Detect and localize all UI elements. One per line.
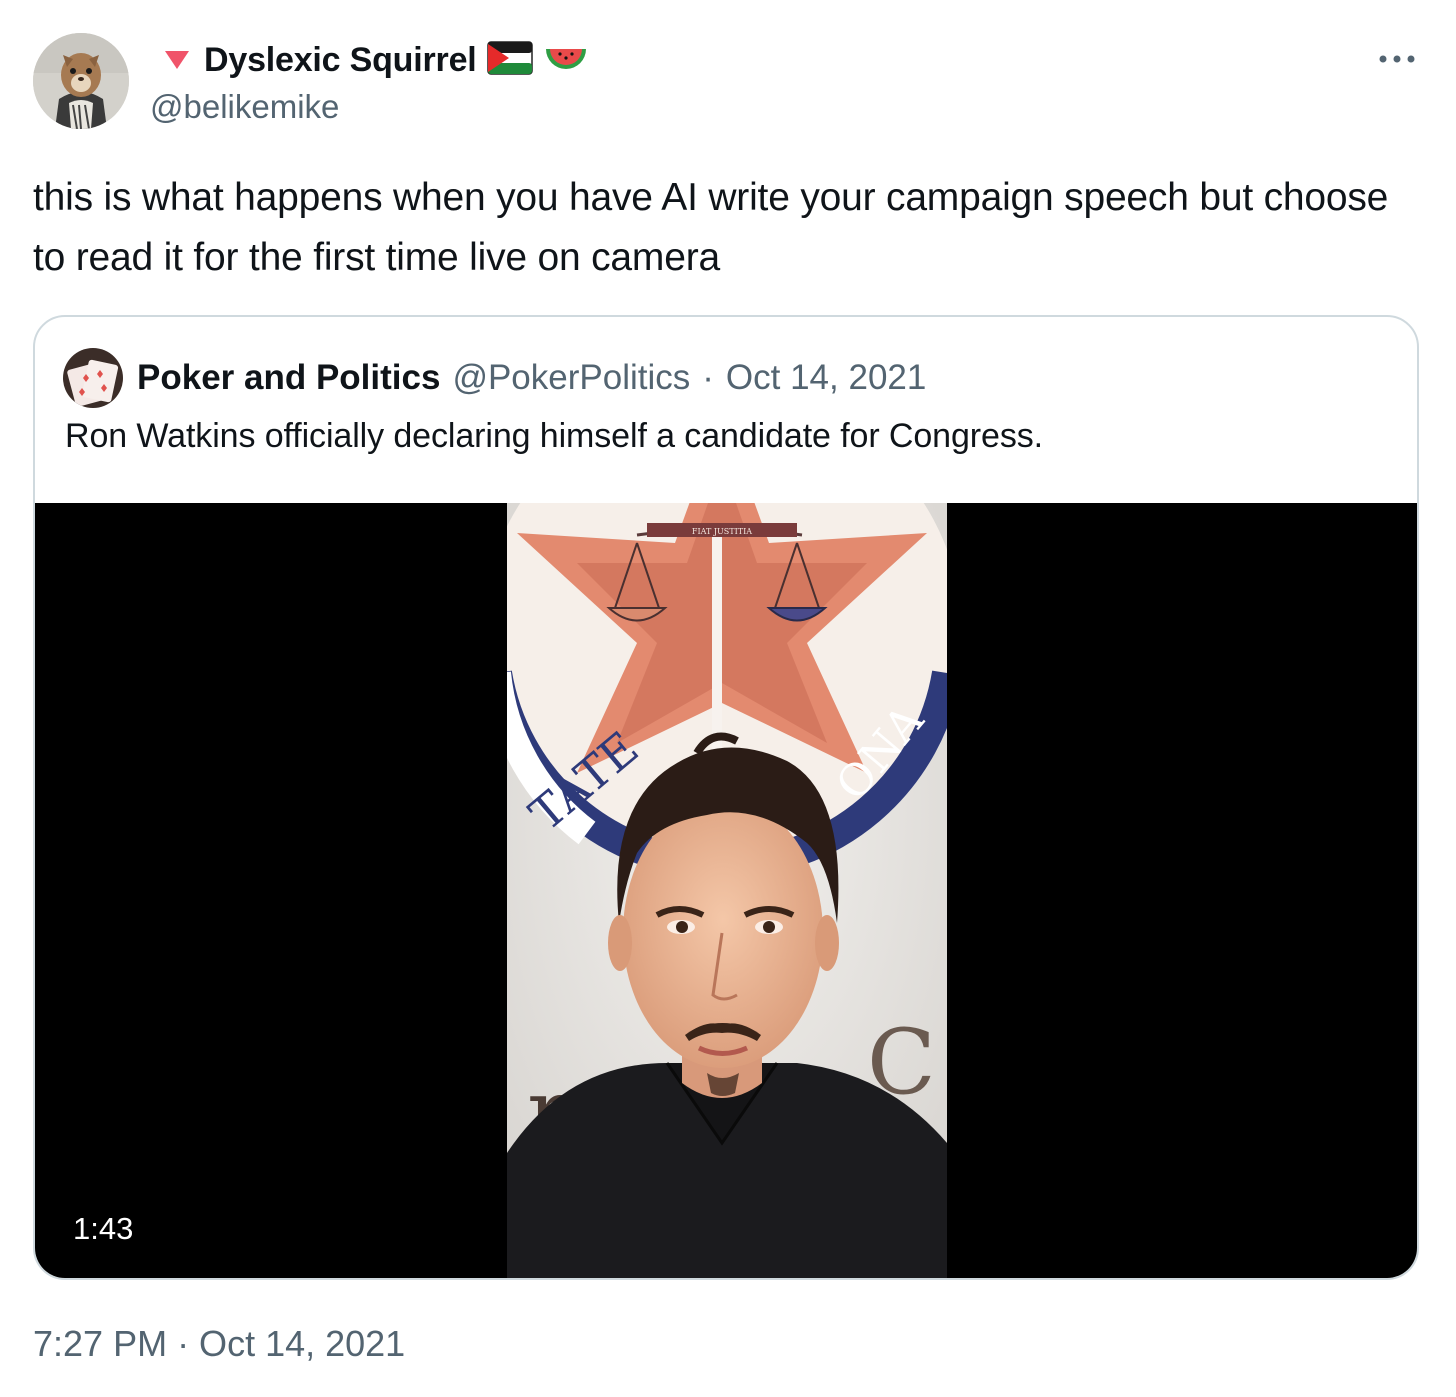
video-duration: 1:43	[73, 1211, 134, 1246]
quoted-tweet-header: Poker and Politics @PokerPolitics · Oct …	[63, 347, 926, 409]
quoted-author-avatar[interactable]	[63, 348, 123, 408]
quoted-tweet-card[interactable]: Poker and Politics @PokerPolitics · Oct …	[33, 315, 1419, 1280]
tweet-timestamp[interactable]: 7:27 PM · Oct 14, 2021	[33, 1323, 405, 1365]
video-player[interactable]: FIAT JUSTITIA TATE ONA ne C	[35, 503, 1417, 1278]
more-options-icon[interactable]	[1376, 46, 1420, 72]
palestine-flag-icon	[486, 40, 533, 80]
tweet-text: this is what happens when you have AI wr…	[33, 176, 1389, 279]
watermelon-icon	[543, 41, 589, 80]
quoted-separator: ·	[702, 358, 714, 397]
red-triangle-icon	[160, 45, 194, 75]
video-thumbnail: FIAT JUSTITIA TATE ONA ne C	[507, 503, 947, 1278]
quoted-tweet-date[interactable]: Oct 14, 2021	[726, 358, 926, 398]
author-display-name[interactable]: Dyslexic Squirrel	[204, 41, 477, 80]
author-avatar[interactable]	[33, 33, 129, 129]
seal-top-text: FIAT JUSTITIA	[692, 527, 752, 536]
quoted-author-handle[interactable]: @PokerPolitics	[452, 358, 690, 398]
quoted-tweet-text: Ron Watkins officially declaring himself…	[65, 417, 1043, 455]
playing-cards-avatar-image	[63, 348, 123, 408]
tweet: Dyslexic Squirrel @belikemike this is wh…	[0, 0, 1456, 1397]
author-handle[interactable]: @belikemike	[150, 88, 339, 126]
squirrel-avatar-image	[33, 33, 129, 129]
quoted-author-name[interactable]: Poker and Politics	[137, 358, 440, 398]
author-name-row: Dyslexic Squirrel	[160, 38, 589, 82]
